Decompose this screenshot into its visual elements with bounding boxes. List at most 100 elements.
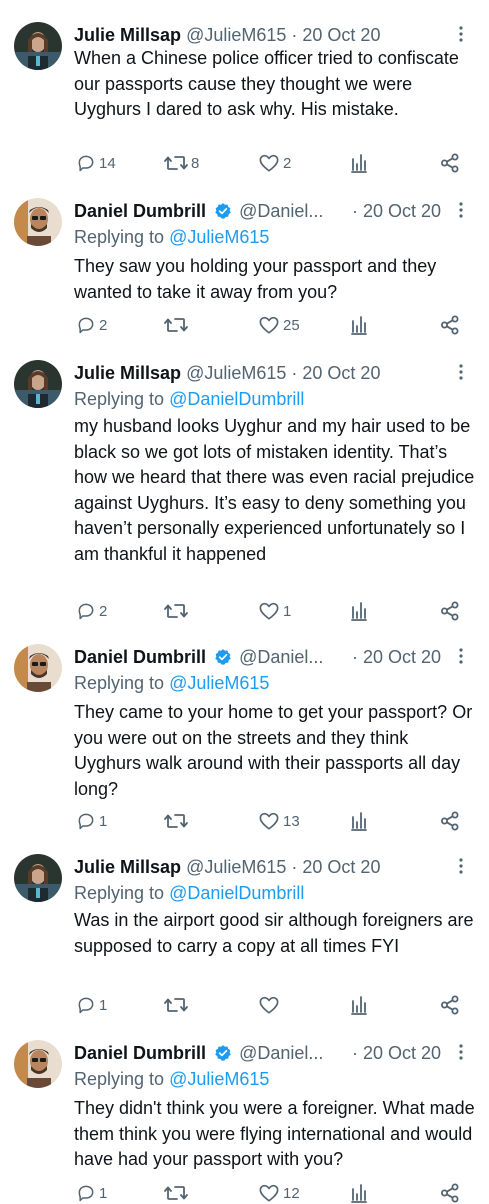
- share-button[interactable]: [440, 1182, 460, 1204]
- like-button[interactable]: 13: [258, 810, 300, 832]
- tweet-date[interactable]: · 20 Oct 20: [352, 198, 441, 224]
- verified-badge-icon: [214, 647, 232, 665]
- tweet-text-content: They didn't think you were a foreigner. …: [74, 1098, 475, 1169]
- author-handle[interactable]: @Daniel...: [239, 647, 323, 667]
- tweet[interactable]: Julie Millsap @JulieM615 · 20 Oct 20 Whe…: [0, 22, 489, 182]
- author-handle[interactable]: @JulieM615: [186, 857, 286, 877]
- more-vertical-icon[interactable]: [453, 1041, 469, 1063]
- tweet-text-content: They came to your home to get your passp…: [74, 702, 473, 799]
- author-name[interactable]: Daniel Dumbrill: [74, 201, 206, 221]
- tweet-text: They came to your home to get your passp…: [74, 700, 476, 802]
- like-button[interactable]: 2: [258, 152, 291, 174]
- tweet-text: Was in the airport good sir although for…: [74, 908, 476, 959]
- author-handle[interactable]: @Daniel...: [239, 1043, 323, 1063]
- tweet-date[interactable]: · 20 Oct 20: [291, 25, 380, 45]
- tweet-date[interactable]: · 20 Oct 20: [291, 857, 380, 877]
- views-button[interactable]: [350, 314, 368, 336]
- more-vertical-icon[interactable]: [453, 23, 469, 45]
- share-icon: [441, 995, 459, 1015]
- views-button[interactable]: [350, 994, 368, 1016]
- tweet-text-content: When a Chinese police officer tried to c…: [74, 48, 459, 119]
- retweet-icon: [164, 814, 188, 828]
- replying-to: Replying to @JulieM615: [74, 224, 269, 250]
- reply-button[interactable]: 2: [76, 314, 107, 336]
- retweet-button[interactable]: [164, 600, 191, 622]
- author-name[interactable]: Daniel Dumbrill: [74, 1043, 206, 1063]
- avatar-julie[interactable]: [14, 22, 62, 70]
- tweet-actions: 1: [74, 994, 474, 1016]
- reply-button[interactable]: 2: [76, 600, 107, 622]
- tweet[interactable]: Julie Millsap @JulieM615 · 20 Oct 20 Rep…: [0, 360, 489, 630]
- author-name[interactable]: Julie Millsap: [74, 857, 181, 877]
- replying-to-link[interactable]: @DanielDumbrill: [169, 883, 304, 903]
- reply-button[interactable]: 1: [76, 810, 107, 832]
- replying-to-link[interactable]: @JulieM615: [169, 1069, 269, 1089]
- heart-icon: [259, 154, 279, 172]
- like-button[interactable]: [258, 994, 283, 1016]
- retweet-icon: [164, 156, 188, 170]
- replying-to-link[interactable]: @JulieM615: [169, 673, 269, 693]
- views-button[interactable]: [350, 152, 368, 174]
- share-button[interactable]: [440, 314, 460, 336]
- reply-count: 1: [99, 996, 108, 1014]
- replying-to: Replying to @JulieM615: [74, 1066, 269, 1092]
- author-name[interactable]: Daniel Dumbrill: [74, 647, 206, 667]
- replying-to-link[interactable]: @JulieM615: [169, 227, 269, 247]
- replying-to-link[interactable]: @DanielDumbrill: [169, 389, 304, 409]
- share-button[interactable]: [440, 600, 460, 622]
- like-count: 2: [283, 154, 292, 172]
- analytics-icon: [351, 996, 367, 1015]
- retweet-button[interactable]: [164, 1182, 191, 1204]
- author-name[interactable]: Julie Millsap: [74, 25, 181, 45]
- avatar-daniel[interactable]: [14, 644, 62, 692]
- tweet[interactable]: Daniel Dumbrill @Daniel... · 20 Oct 20 R…: [0, 198, 489, 338]
- like-button[interactable]: 12: [258, 1182, 300, 1204]
- retweet-button[interactable]: [164, 994, 191, 1016]
- more-vertical-icon[interactable]: [453, 199, 469, 221]
- author-handle[interactable]: @Daniel...: [239, 201, 323, 221]
- share-button[interactable]: [440, 994, 460, 1016]
- avatar-julie[interactable]: [14, 360, 62, 408]
- share-icon: [441, 1183, 459, 1203]
- tweet-date[interactable]: · 20 Oct 20: [291, 363, 380, 383]
- reply-button[interactable]: 14: [76, 152, 116, 174]
- tweet[interactable]: Daniel Dumbrill @Daniel... · 20 Oct 20 R…: [0, 644, 489, 834]
- retweet-count: 8: [191, 154, 200, 172]
- retweet-icon: [164, 604, 188, 618]
- share-button[interactable]: [440, 810, 460, 832]
- like-button[interactable]: 25: [258, 314, 300, 336]
- tweet-actions: 1 12: [74, 1182, 474, 1204]
- retweet-button[interactable]: [164, 314, 191, 336]
- share-button[interactable]: [440, 152, 460, 174]
- reply-count: 2: [99, 316, 108, 334]
- author-name[interactable]: Julie Millsap: [74, 363, 181, 383]
- more-vertical-icon[interactable]: [453, 855, 469, 877]
- more-vertical-icon[interactable]: [453, 645, 469, 667]
- views-button[interactable]: [350, 1182, 368, 1204]
- like-count: 13: [283, 812, 300, 830]
- reply-button[interactable]: 1: [76, 1182, 107, 1204]
- author-handle[interactable]: @JulieM615: [186, 363, 286, 383]
- retweet-button[interactable]: 8: [164, 152, 199, 174]
- tweet[interactable]: Daniel Dumbrill @Daniel... · 20 Oct 20 R…: [0, 1040, 489, 1203]
- tweet-header: Daniel Dumbrill @Daniel... · 20 Oct 20: [74, 644, 469, 670]
- replying-to: Replying to @DanielDumbrill: [74, 386, 304, 412]
- avatar-daniel[interactable]: [14, 1040, 62, 1088]
- tweet[interactable]: Julie Millsap @JulieM615 · 20 Oct 20 Rep…: [0, 854, 489, 1016]
- avatar-daniel[interactable]: [14, 198, 62, 246]
- more-vertical-icon[interactable]: [453, 361, 469, 383]
- avatar-julie[interactable]: [14, 854, 62, 902]
- views-button[interactable]: [350, 600, 368, 622]
- replying-to: Replying to @DanielDumbrill: [74, 880, 304, 906]
- reply-icon: [78, 813, 94, 830]
- share-icon: [441, 811, 459, 831]
- verified-badge-icon: [214, 1043, 232, 1061]
- tweet-date[interactable]: · 20 Oct 20: [352, 1040, 441, 1066]
- retweet-button[interactable]: [164, 810, 191, 832]
- tweet-header: Julie Millsap @JulieM615 · 20 Oct 20: [74, 854, 469, 880]
- reply-button[interactable]: 1: [76, 994, 107, 1016]
- views-button[interactable]: [350, 810, 368, 832]
- tweet-date[interactable]: · 20 Oct 20: [352, 644, 441, 670]
- author-handle[interactable]: @JulieM615: [186, 25, 286, 45]
- like-button[interactable]: 1: [258, 600, 291, 622]
